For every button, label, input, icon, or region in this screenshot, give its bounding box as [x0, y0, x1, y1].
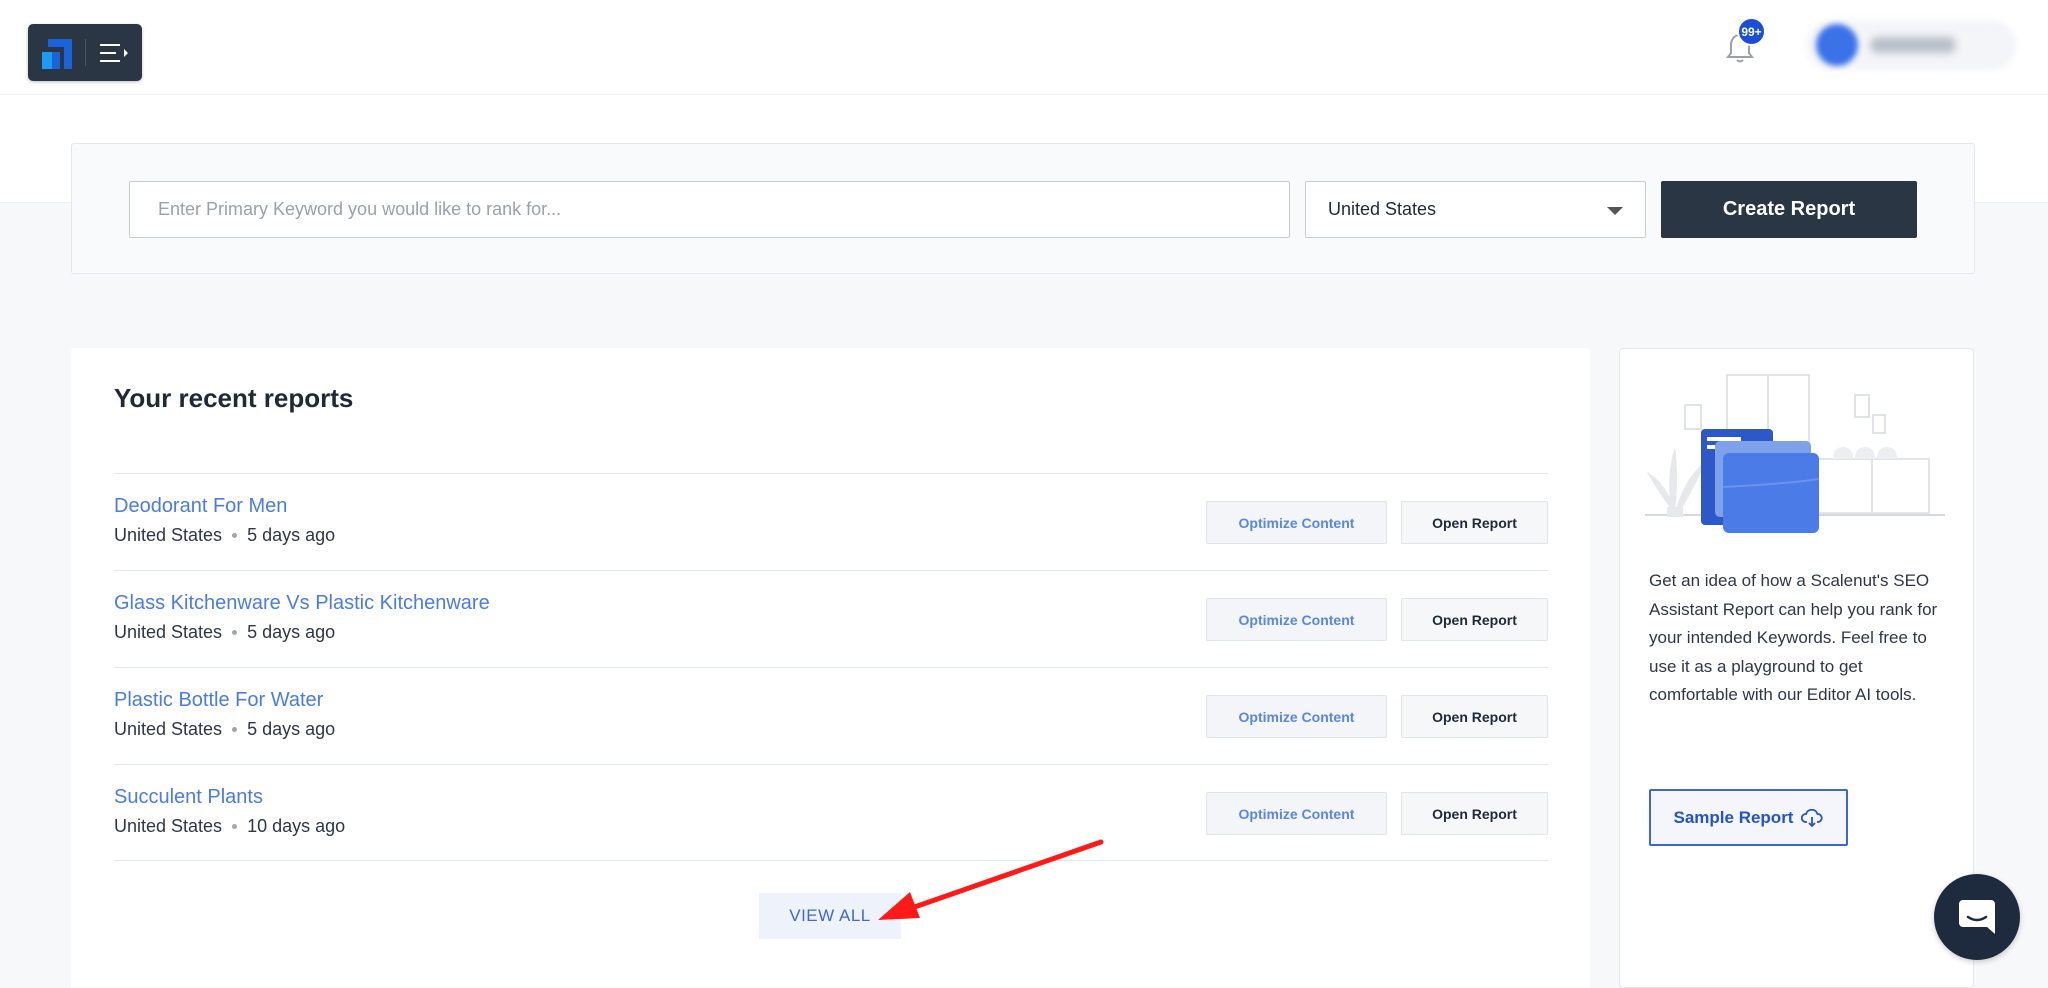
report-country: United States	[114, 816, 223, 836]
sidebar-toggle-icon	[100, 44, 128, 62]
optimize-content-button[interactable]: Optimize Content	[1206, 792, 1387, 835]
notification-badge: 99+	[1737, 17, 1766, 46]
avatar	[1816, 24, 1858, 66]
sample-report-button[interactable]: Sample Report	[1649, 789, 1848, 846]
report-meta: United States 5 days ago	[114, 622, 335, 643]
report-country: United States	[114, 622, 223, 642]
scrolled-row-remnant: · ·	[279, 439, 293, 447]
separator-dot	[232, 727, 238, 732]
report-age: 5 days ago	[247, 719, 336, 739]
separator-dot	[232, 630, 238, 635]
view-all-button[interactable]: VIEW ALL	[759, 893, 901, 939]
cloud-download-icon	[1801, 808, 1824, 827]
section-title: Your recent reports	[114, 383, 354, 413]
chat-icon	[1959, 900, 1995, 934]
caret-down-icon	[1607, 207, 1623, 215]
sample-report-label: Sample Report	[1673, 807, 1794, 827]
top-bar: 99+	[0, 0, 2048, 95]
sample-description: Get an idea of how a Scalenut's SEO Assi…	[1649, 571, 1938, 704]
folder-illustration-icon	[1645, 374, 1945, 533]
report-age: 10 days ago	[247, 816, 346, 836]
open-report-button[interactable]: Open Report	[1401, 792, 1548, 835]
report-row: Succulent Plants United States 10 days a…	[114, 764, 1548, 861]
optimize-content-button[interactable]: Optimize Content	[1206, 695, 1387, 738]
report-meta: United States 5 days ago	[114, 525, 335, 546]
report-title-link[interactable]: Glass Kitchenware Vs Plastic Kitchenware	[114, 592, 490, 615]
sample-report-card: Get an idea of how a Scalenut's SEO Assi…	[1619, 348, 1974, 988]
report-row: Deodorant For Men United States 5 days a…	[114, 473, 1548, 570]
create-report-button[interactable]: Create Report	[1661, 181, 1917, 238]
logo-icon	[42, 39, 72, 69]
page: 99+ United States Create Report Your rec…	[0, 0, 2048, 988]
user-name-blurred	[1870, 37, 1956, 53]
report-title-link[interactable]: Succulent Plants	[114, 786, 263, 809]
open-report-button[interactable]: Open Report	[1401, 501, 1548, 544]
open-report-button[interactable]: Open Report	[1401, 598, 1548, 641]
search-panel: United States Create Report	[71, 143, 1975, 274]
report-title-link[interactable]: Plastic Bottle For Water	[114, 689, 323, 712]
country-select[interactable]: United States	[1305, 181, 1646, 238]
optimize-content-button[interactable]: Optimize Content	[1206, 598, 1387, 641]
country-select-value: United States	[1328, 199, 1437, 219]
report-title-link[interactable]: Deodorant For Men	[114, 495, 287, 518]
report-row: Glass Kitchenware Vs Plastic Kitchenware…	[114, 570, 1548, 667]
optimize-content-button[interactable]: Optimize Content	[1206, 501, 1387, 544]
report-age: 5 days ago	[247, 525, 336, 545]
report-country: United States	[114, 719, 223, 739]
chat-launcher-button[interactable]	[1934, 874, 2020, 960]
open-report-button[interactable]: Open Report	[1401, 695, 1548, 738]
separator-dot	[232, 533, 238, 538]
recent-reports-card: Your recent reports · · Deodorant For Me…	[71, 348, 1590, 988]
report-country: United States	[114, 525, 223, 545]
report-meta: United States 10 days ago	[114, 816, 345, 837]
logo-divider	[85, 39, 86, 66]
keyword-input[interactable]	[129, 181, 1290, 238]
report-age: 5 days ago	[247, 622, 336, 642]
report-meta: United States 5 days ago	[114, 719, 335, 740]
logo-menu-button[interactable]	[28, 24, 142, 81]
report-row: Plastic Bottle For Water United States 5…	[114, 667, 1548, 764]
separator-dot	[232, 824, 238, 829]
